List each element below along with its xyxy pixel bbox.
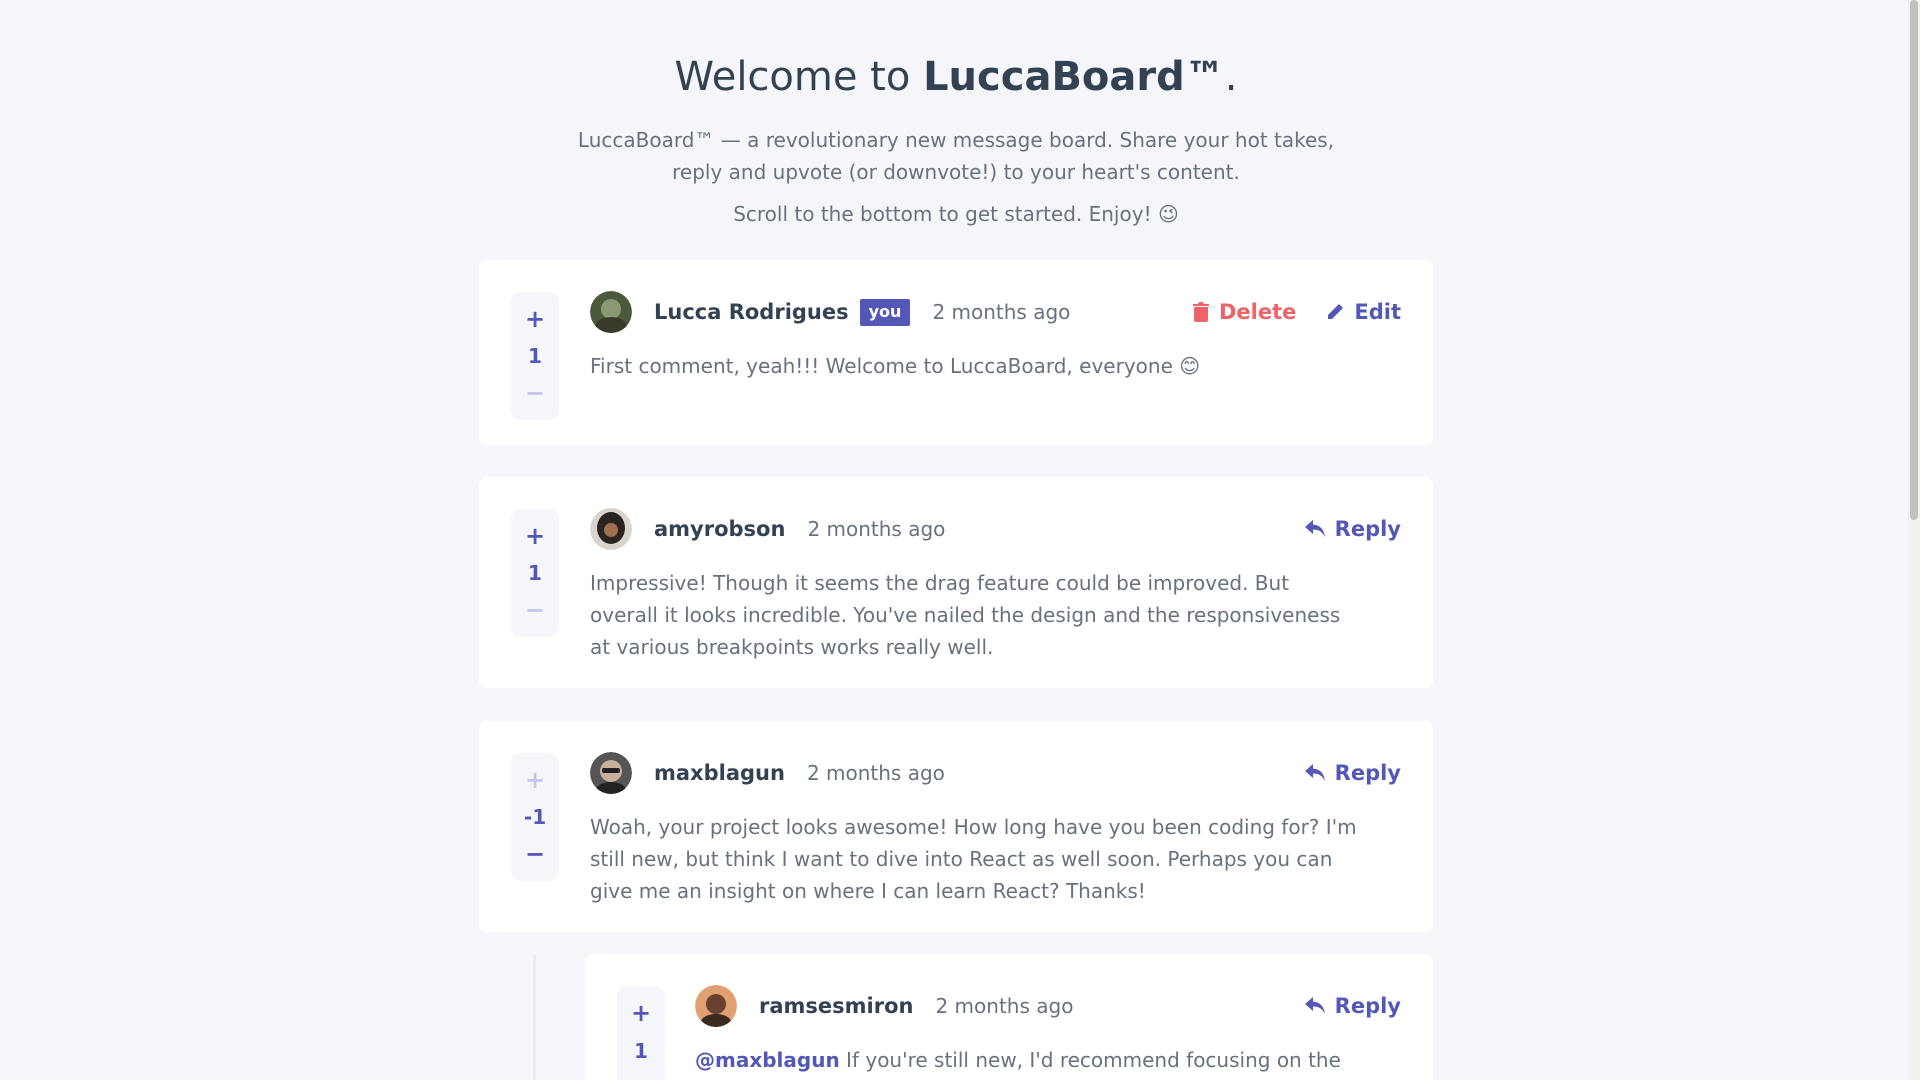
delete-button[interactable]: Delete [1192, 300, 1297, 324]
comment-actions: Reply [1304, 517, 1401, 541]
upvote-button[interactable]: + [511, 300, 559, 337]
edit-button[interactable]: Edit [1326, 300, 1401, 324]
timestamp: 2 months ago [935, 994, 1074, 1018]
reply-label: Reply [1334, 994, 1401, 1018]
reply-icon [1304, 520, 1325, 537]
title-brand: LuccaBoard™ [923, 54, 1225, 100]
comment-actions: Reply [1304, 994, 1401, 1018]
thread-line [533, 955, 536, 1080]
you-badge: you [859, 298, 911, 326]
hero-subtitle-2: Scroll to the bottom to get started. Enj… [733, 202, 1179, 226]
hero-subtitle-line1: LuccaBoard™ — a revolutionary new messag… [577, 128, 1335, 152]
reply-icon [1304, 997, 1325, 1014]
vote-score: -1 [523, 804, 547, 829]
hero: Welcome to LuccaBoard™. LuccaBoard™ — a … [479, 0, 1433, 230]
comment-text: Impressive! Though it seems the drag fea… [590, 571, 1341, 659]
avatar [590, 291, 632, 333]
comment-card: + 1 − amyrobson 2 months ago Reply Impre… [479, 477, 1433, 688]
upvote-button[interactable]: + [617, 994, 665, 1032]
timestamp: 2 months ago [807, 517, 946, 541]
upvote-button[interactable]: + [511, 761, 559, 798]
reply-label: Reply [1334, 517, 1401, 541]
comment-header: maxblagun 2 months ago Reply [590, 751, 1401, 795]
username: amyrobson [654, 517, 786, 541]
page-title: Welcome to LuccaBoard™. [479, 50, 1433, 104]
vote-widget: + -1 − [511, 753, 559, 881]
vote-widget: + 1 − [511, 509, 559, 637]
username: Lucca Rodrigues [654, 300, 849, 324]
upvote-button[interactable]: + [511, 517, 559, 554]
comment-card: + 1 − Lucca Rodrigues you 2 months ago D… [479, 260, 1433, 445]
avatar [590, 752, 632, 794]
comment-card: + -1 − maxblagun 2 months ago Reply Woah… [479, 721, 1433, 932]
comment-text: First comment, yeah!!! Welcome to LuccaB… [590, 354, 1201, 378]
comment-header: amyrobson 2 months ago Reply [590, 507, 1401, 551]
comment-actions: Delete Edit [1192, 300, 1401, 324]
avatar [695, 985, 737, 1027]
hero-subtitle: LuccaBoard™ — a revolutionary new messag… [479, 124, 1433, 188]
comment-text: Woah, your project looks awesome! How lo… [590, 815, 1357, 903]
mention-link[interactable]: @maxblagun [695, 1048, 840, 1072]
username: ramsesmiron [759, 994, 914, 1018]
main-container: Welcome to LuccaBoard™. LuccaBoard™ — a … [479, 0, 1433, 230]
reply-button[interactable]: Reply [1304, 761, 1401, 785]
comment-actions: Reply [1304, 761, 1401, 785]
downvote-button[interactable]: − [511, 592, 559, 629]
trash-icon [1192, 302, 1209, 322]
reply-button[interactable]: Reply [1304, 994, 1401, 1018]
hero-subtitle-line2: reply and upvote (or downvote!) to your … [672, 160, 1240, 184]
title-suffix: . [1224, 54, 1238, 100]
timestamp: 2 months ago [806, 761, 945, 785]
delete-label: Delete [1218, 300, 1297, 324]
page: Welcome to LuccaBoard™. LuccaBoard™ — a … [0, 0, 1920, 1080]
comment-header: Lucca Rodrigues you 2 months ago Delete … [590, 290, 1401, 334]
comment-header: ramsesmiron 2 months ago Reply [695, 984, 1401, 1028]
title-prefix: Welcome to [674, 54, 924, 100]
scrollbar[interactable] [1908, 0, 1920, 1080]
scrollbar-thumb[interactable] [1910, 0, 1918, 520]
downvote-button[interactable]: − [511, 375, 559, 412]
vote-score: 1 [528, 343, 542, 368]
comment-text: @maxblagun If you're still new, I'd reco… [695, 1044, 1361, 1076]
username: maxblagun [654, 761, 785, 785]
reply-text: If you're still new, I'd recommend focus… [839, 1048, 1341, 1072]
vote-score: 1 [634, 1039, 648, 1063]
vote-widget: + 1 [617, 986, 665, 1080]
reply-card: + 1 ramsesmiron 2 months ago Reply @maxb… [585, 954, 1433, 1080]
edit-label: Edit [1354, 300, 1401, 324]
vote-score: 1 [528, 560, 542, 585]
vote-widget: + 1 − [511, 292, 559, 420]
downvote-button[interactable]: − [511, 836, 559, 873]
reply-button[interactable]: Reply [1304, 517, 1401, 541]
reply-icon [1304, 764, 1325, 781]
timestamp: 2 months ago [932, 300, 1071, 324]
pencil-icon [1328, 304, 1344, 319]
reply-label: Reply [1334, 761, 1401, 785]
avatar [590, 508, 632, 550]
